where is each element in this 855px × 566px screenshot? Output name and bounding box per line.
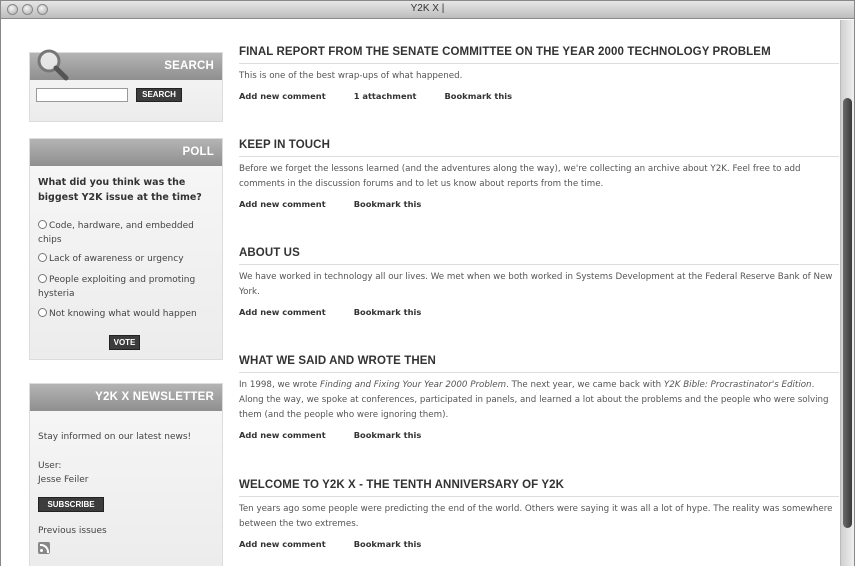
add-comment-link[interactable]: Add new comment	[239, 430, 326, 440]
subscribe-button[interactable]: SUBSCRIBE	[38, 497, 104, 512]
newsletter-block-header: Y2K X NEWSLETTER	[30, 384, 222, 411]
article: ABOUT US We have worked in technology al…	[239, 247, 839, 317]
article-links: Add new comment Bookmark this	[239, 199, 839, 209]
article-links: Add new comment Bookmark this	[239, 430, 839, 440]
add-comment-link[interactable]: Add new comment	[239, 307, 326, 317]
article: KEEP IN TOUCH Before we forget the lesso…	[239, 139, 839, 209]
previous-issues-link[interactable]: Previous issues	[38, 524, 107, 538]
vertical-scrollbar[interactable]	[840, 20, 854, 566]
newsletter-block: Y2K X NEWSLETTER Stay informed on our la…	[29, 383, 223, 566]
article-title[interactable]: KEEP IN TOUCH	[239, 139, 839, 157]
article-links: Add new comment 1 attachment Bookmark this	[239, 91, 839, 101]
user-name: Jesse Feiler	[38, 475, 89, 485]
newsletter-intro: Stay informed on our latest news!	[38, 432, 192, 442]
sidebar: SEARCH SEARCH POLL What did you think wa…	[17, 20, 229, 566]
article: FINAL REPORT FROM THE SENATE COMMITTEE O…	[239, 46, 839, 101]
article-body: This is one of the best wrap-ups of what…	[239, 71, 463, 81]
search-input[interactable]	[36, 88, 128, 102]
window-title: Y2K X |	[410, 3, 445, 14]
radio-button-icon[interactable]	[38, 308, 47, 317]
magnifier-icon	[37, 49, 69, 81]
poll-block-header: POLL	[30, 139, 222, 166]
article-links: Add new comment Bookmark this	[239, 539, 839, 549]
rss-feed-icon[interactable]	[38, 542, 50, 554]
article-body: We have worked in technology all our liv…	[239, 272, 833, 297]
add-comment-link[interactable]: Add new comment	[239, 91, 326, 101]
add-comment-link[interactable]: Add new comment	[239, 539, 326, 549]
poll-option[interactable]: Not knowing what would happen	[38, 307, 216, 321]
poll-option[interactable]: Code, hardware, and embedded chips	[38, 219, 216, 247]
bookmark-link[interactable]: Bookmark this	[354, 307, 422, 317]
article: WHAT WE SAID AND WROTE THEN In 1998, we …	[239, 355, 839, 440]
poll-question: What did you think was the biggest Y2K i…	[38, 177, 202, 203]
article-body: In 1998, we wrote Finding and Fixing You…	[239, 380, 829, 420]
scrollbar-thumb[interactable]	[843, 98, 852, 528]
article-title[interactable]: ABOUT US	[239, 247, 839, 265]
add-comment-link[interactable]: Add new comment	[239, 199, 326, 209]
article: WELCOME TO Y2K X - THE TENTH ANNIVERSARY…	[239, 479, 839, 549]
article-title[interactable]: WELCOME TO Y2K X - THE TENTH ANNIVERSARY…	[239, 479, 839, 497]
vote-button[interactable]: VOTE	[109, 335, 140, 350]
poll-option[interactable]: People exploiting and promoting hysteria	[38, 273, 216, 301]
radio-button-icon[interactable]	[38, 220, 47, 229]
user-label: User:	[38, 461, 62, 471]
bookmark-link[interactable]: Bookmark this	[354, 539, 422, 549]
article-title[interactable]: WHAT WE SAID AND WROTE THEN	[239, 355, 839, 373]
bookmark-link[interactable]: Bookmark this	[444, 91, 512, 101]
article-links: Add new comment Bookmark this	[239, 307, 839, 317]
radio-button-icon[interactable]	[38, 274, 47, 283]
browser-window: Y2K X | SEARCH SEARCH POLL What did you …	[0, 0, 855, 566]
article-body: Ten years ago some people were predictin…	[239, 504, 833, 529]
article-body: Before we forget the lessons learned (an…	[239, 164, 801, 189]
page-content: SEARCH SEARCH POLL What did you think wa…	[1, 20, 854, 566]
radio-button-icon[interactable]	[38, 253, 47, 262]
poll-option[interactable]: Lack of awareness or urgency	[38, 252, 216, 266]
book-title: Finding and Fixing Your Year 2000 Proble…	[320, 380, 507, 390]
title-bar: Y2K X |	[1, 1, 854, 19]
poll-block: POLL What did you think was the biggest …	[29, 138, 223, 360]
main-content: FINAL REPORT FROM THE SENATE COMMITTEE O…	[239, 20, 839, 566]
bookmark-link[interactable]: Bookmark this	[354, 199, 422, 209]
search-button[interactable]: SEARCH	[136, 88, 182, 102]
attachment-link[interactable]: 1 attachment	[354, 91, 417, 101]
article-title[interactable]: FINAL REPORT FROM THE SENATE COMMITTEE O…	[239, 46, 839, 64]
search-block: SEARCH SEARCH	[29, 49, 223, 122]
bookmark-link[interactable]: Bookmark this	[354, 430, 422, 440]
book-title: Y2K Bible: Procrastinator's Edition	[663, 380, 812, 390]
